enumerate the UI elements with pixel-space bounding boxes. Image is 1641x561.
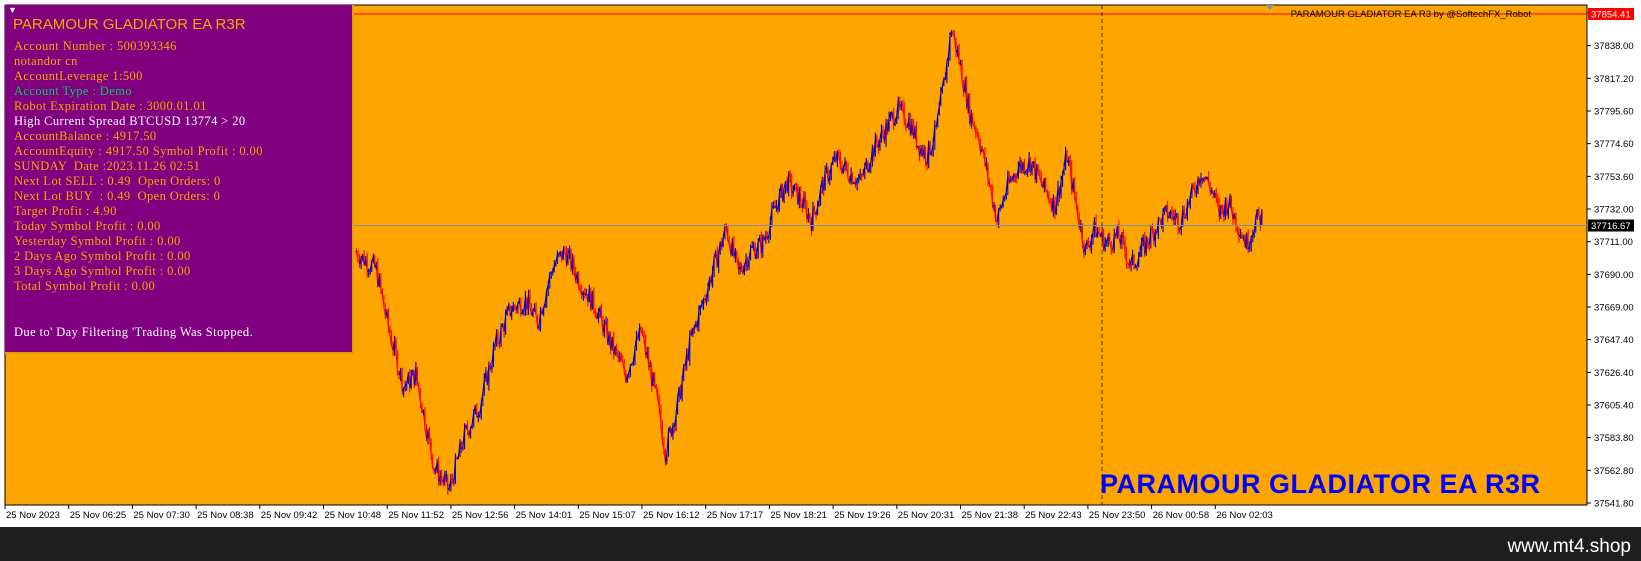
y-tick-label: 37774.60: [1594, 139, 1634, 150]
y-tick-label: 37795.60: [1594, 107, 1634, 118]
x-tick-label: 25 Nov 08:38: [197, 510, 254, 521]
x-tick-label: 25 Nov 11:52: [388, 510, 444, 521]
panel-line: Total Symbol Profit : 0.00: [14, 279, 156, 293]
x-tick-label: 25 Nov 21:38: [962, 510, 1019, 521]
panel-line: notandor cn: [14, 54, 78, 68]
chart-window[interactable]: 37859.2037838.0037817.2037795.6037774.60…: [0, 0, 1641, 561]
x-tick-label: 25 Nov 07:30: [133, 510, 190, 521]
chart-watermark-label: PARAMOUR GLADIATOR EA R3R: [1100, 469, 1541, 499]
ea-info-panel: ▼ PARAMOUR GLADIATOR EA R3R Account Numb…: [5, 5, 354, 354]
panel-line: AccountLeverage 1:500: [14, 69, 143, 83]
x-tick-label: 25 Nov 23:50: [1089, 510, 1146, 521]
x-tick-label: 25 Nov 12:56: [452, 510, 509, 521]
panel-line: AccountEquity : 4917.50 Symbol Profit : …: [14, 144, 263, 158]
bid-price-label: 37716.67: [1591, 221, 1631, 232]
x-tick-label: 25 Nov 09:42: [261, 510, 318, 521]
panel-line: AccountBalance : 4917.50: [14, 129, 157, 143]
panel-line: 2 Days Ago Symbol Profit : 0.00: [14, 249, 191, 263]
panel-line: Account Number : 500393346: [14, 39, 177, 53]
y-tick-label: 37562.80: [1594, 466, 1634, 477]
y-tick-label: 37647.40: [1594, 335, 1634, 346]
y-tick-label: 37753.60: [1594, 172, 1634, 183]
collapse-arrow-icon[interactable]: ▼: [8, 5, 17, 15]
x-tick-label: 25 Nov 20:31: [898, 510, 955, 521]
x-tick-label: 25 Nov 2023: [6, 510, 60, 521]
ask-price-label: 37854.41: [1591, 10, 1631, 21]
y-tick-label: 37711.00: [1594, 237, 1633, 248]
panel-line: High Current Spread BTCUSD 13774 > 20: [14, 114, 246, 128]
panel-line: Target Profit : 4.90: [14, 204, 117, 218]
panel-info-list: Account Number : 500393346 notandor cn Acc…: [14, 39, 263, 294]
x-tick-label: 25 Nov 14:01: [516, 510, 573, 521]
panel-line: Yesterday Symbol Profit : 0.00: [14, 234, 181, 248]
footer-site-text: www.mt4.shop: [1507, 536, 1631, 557]
x-tick-label: 25 Nov 17:17: [707, 510, 764, 521]
chart-top-label: PARAMOUR GLADIATOR EA R3 by @SoftechFX_R…: [1290, 9, 1531, 20]
panel-line: Next Lot SELL : 0.49 Open Orders: 0: [14, 174, 221, 188]
x-tick-label: 25 Nov 16:12: [643, 510, 700, 521]
x-tick-label: 25 Nov 18:21: [770, 510, 827, 521]
x-tick-label: 25 Nov 19:26: [834, 510, 891, 521]
y-tick-label: 37626.40: [1594, 368, 1634, 379]
footer-bar: www.mt4.shop: [0, 527, 1641, 561]
y-tick-label: 37838.00: [1594, 41, 1634, 52]
panel-line: Today Symbol Profit : 0.00: [14, 219, 161, 233]
panel-line: Next Lot BUY : 0.49 Open Orders: 0: [14, 189, 221, 203]
panel-status-message: Due to' Day Filtering 'Trading Was Stopp…: [14, 325, 254, 339]
x-tick-label: 25 Nov 06:25: [70, 510, 127, 521]
y-tick-label: 37669.00: [1594, 303, 1634, 314]
panel-title: PARAMOUR GLADIATOR EA R3R: [13, 16, 246, 33]
x-tick-label: 25 Nov 10:48: [325, 510, 382, 521]
x-tick-label: 26 Nov 00:58: [1153, 510, 1210, 521]
x-tick-label: 25 Nov 22:43: [1025, 510, 1082, 521]
panel-line: SUNDAY Date :2023.11.26 02:51: [14, 159, 201, 173]
y-tick-label: 37732.00: [1594, 205, 1634, 216]
x-tick-label: 25 Nov 15:07: [579, 510, 636, 521]
y-tick-label: 37605.40: [1594, 401, 1634, 412]
y-tick-label: 37583.80: [1594, 433, 1634, 444]
y-tick-label: 37817.20: [1594, 74, 1634, 85]
y-tick-label: 37690.00: [1594, 270, 1634, 281]
x-tick-label: 26 Nov 02:03: [1216, 510, 1273, 521]
panel-line: Robot Expiration Date : 3000.01.01: [14, 99, 207, 113]
panel-line: Account Type : Demo: [14, 84, 132, 98]
y-tick-label: 37541.80: [1594, 499, 1634, 510]
panel-line: 3 Days Ago Symbol Profit : 0.00: [14, 264, 191, 278]
